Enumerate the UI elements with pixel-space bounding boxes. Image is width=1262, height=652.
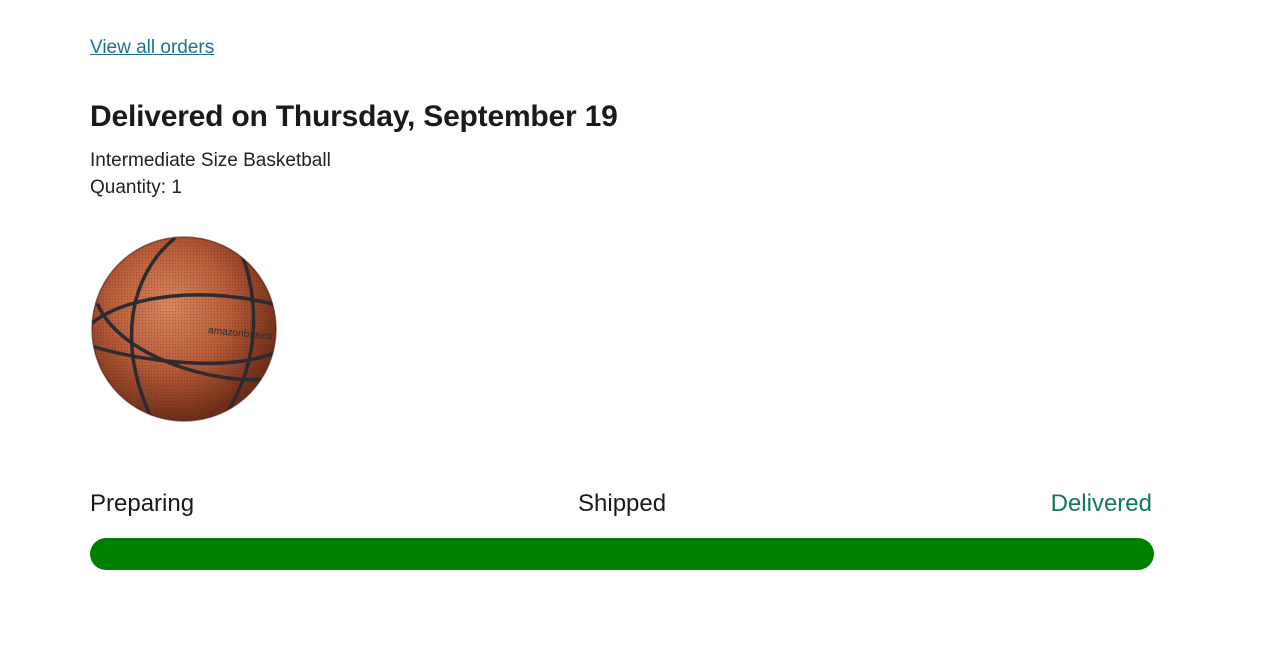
delivery-progress-fill bbox=[90, 538, 1154, 570]
step-preparing: Preparing bbox=[90, 490, 195, 517]
basketball-image[interactable]: amazonbasics bbox=[90, 235, 278, 423]
page-title: Delivered on Thursday, September 19 bbox=[90, 100, 618, 133]
order-details-page: View all orders Delivered on Thursday, S… bbox=[0, 0, 1262, 652]
delivery-progress-bar bbox=[90, 538, 1154, 570]
product-quantity: Quantity: 1 bbox=[90, 177, 182, 198]
product-name: Intermediate Size Basketball bbox=[90, 150, 331, 171]
tracking-steps: Preparing Shipped Delivered bbox=[90, 490, 1154, 520]
step-delivered: Delivered bbox=[1050, 490, 1152, 517]
step-shipped: Shipped bbox=[578, 490, 667, 517]
view-all-orders-link[interactable]: View all orders bbox=[90, 37, 214, 59]
